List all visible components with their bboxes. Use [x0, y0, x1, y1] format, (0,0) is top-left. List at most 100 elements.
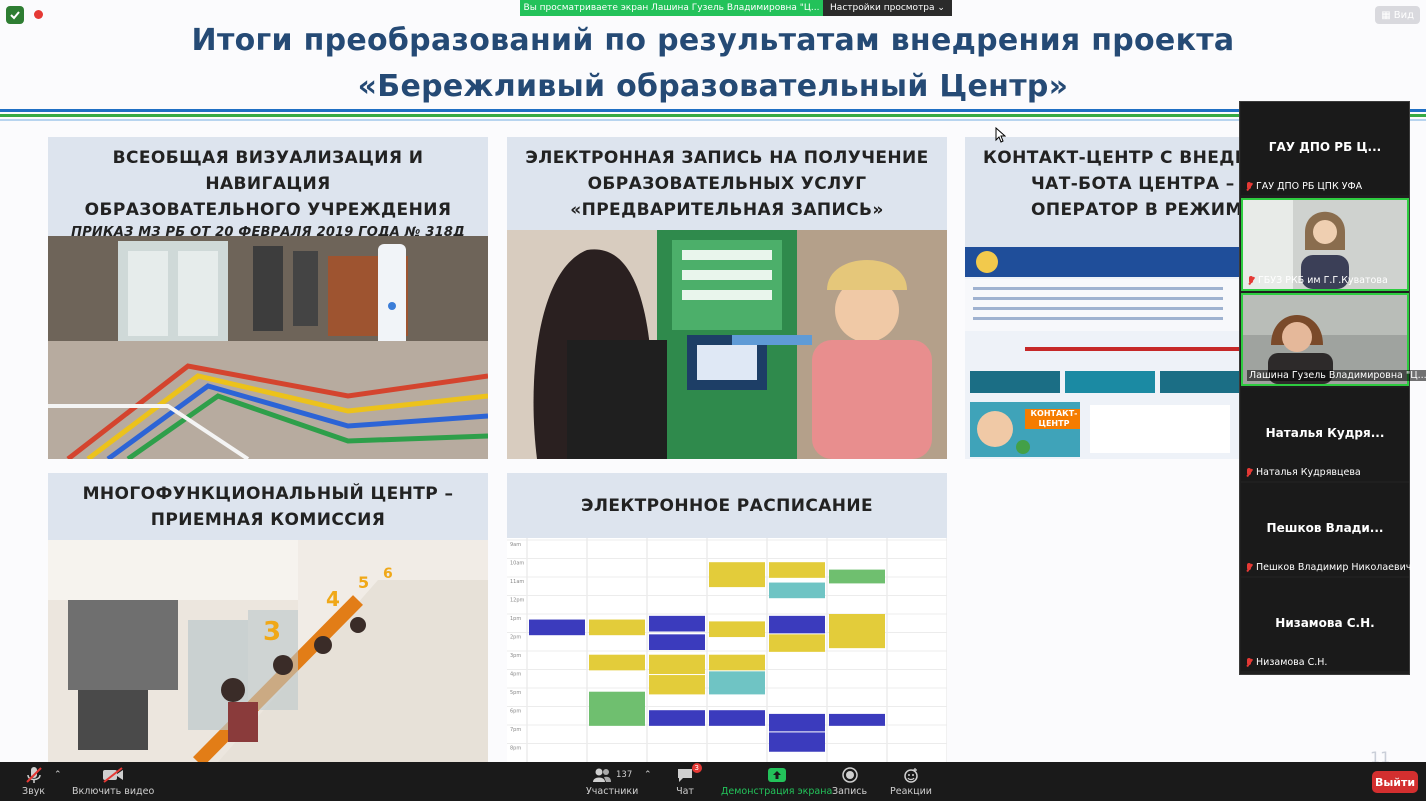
- window-number: 3: [263, 617, 281, 647]
- participant-label: ГАУ ДПО РБ ЦПК УФА: [1245, 181, 1362, 192]
- participant-tile[interactable]: Низамова С.Н. Низамова С.Н.: [1241, 578, 1409, 671]
- participant-label: Лашина Гузель Владимировна "Ц...: [1247, 370, 1426, 381]
- chat-icon: 3: [676, 763, 702, 784]
- card-heading: МНОГОФУНКЦИОНАЛЬНЫЙ ЦЕНТР – ПРИЕМНАЯ КОМ…: [48, 473, 488, 533]
- record-button[interactable]: Запись: [832, 766, 867, 797]
- card-heading-line: ПРИЕМНАЯ КОМИССИЯ: [150, 510, 386, 530]
- schedule-event-block: [709, 621, 765, 638]
- schedule-event-block: [769, 562, 825, 578]
- schedule-event-block: [589, 654, 645, 671]
- participant-tile[interactable]: Пешков Влади... Пешков Владимир Николаев…: [1241, 483, 1412, 576]
- schedule-hour-label: 11am: [510, 579, 524, 585]
- schedule-event-block: [529, 619, 585, 636]
- card-visualization: ВСЕОБЩАЯ ВИЗУАЛИЗАЦИЯ И НАВИГАЦИЯ ОБРАЗО…: [48, 137, 488, 459]
- share-screen-button[interactable]: Демонстрация экрана: [721, 766, 832, 797]
- participant-label-text: Низамова С.Н.: [1256, 657, 1328, 668]
- card-multifunctional-center: МНОГОФУНКЦИОНАЛЬНЫЙ ЦЕНТР – ПРИЕМНАЯ КОМ…: [48, 473, 488, 762]
- schedule-event-block: [709, 710, 765, 726]
- slide-title: Итоги преобразований по результатам внед…: [0, 18, 1426, 110]
- muted-mic-icon: [1245, 181, 1253, 192]
- muted-mic-icon: [1245, 657, 1253, 668]
- schedule-event-block: [769, 713, 825, 732]
- start-video-label: Включить видео: [72, 786, 155, 797]
- schedule-hour-label: 4pm: [510, 672, 521, 678]
- schedule-event-block: [649, 634, 705, 650]
- card-heading: ВСЕОБЩАЯ ВИЗУАЛИЗАЦИЯ И НАВИГАЦИЯ ОБРАЗО…: [48, 137, 488, 243]
- muted-mic-icon: [1245, 467, 1253, 478]
- audio-button[interactable]: Звук: [22, 766, 45, 797]
- schedule-hour-label: 9am: [510, 542, 521, 548]
- participant-tile-name: Наталья Кудря...: [1265, 426, 1385, 440]
- card-contact-center: КОНТАКТ-ЦЕНТР С ВНЕДРЕ ЧАТ-БОТА ЦЕНТРА –…: [965, 137, 1239, 459]
- schedule-event-block: [709, 654, 765, 671]
- slide-title-line1: Итоги преобразований по результатам внед…: [191, 23, 1235, 58]
- participants-caret-icon[interactable]: ⌃: [644, 770, 652, 780]
- card-electronic-registration: ЭЛЕКТРОННАЯ ЗАПИСЬ НА ПОЛУЧЕНИЕ ОБРАЗОВА…: [507, 137, 947, 459]
- card-heading-line: КОНТАКТ-ЦЕНТР С ВНЕДРЕ: [983, 148, 1239, 168]
- schedule-event-block: [709, 562, 765, 588]
- card-heading: ЭЛЕКТРОННАЯ ЗАПИСЬ НА ПОЛУЧЕНИЕ ОБРАЗОВА…: [507, 137, 947, 223]
- schedule-hour-label: 2pm: [510, 635, 521, 641]
- participant-label: Низамова С.Н.: [1245, 657, 1327, 668]
- schedule-hour-label: 6pm: [510, 709, 521, 715]
- participant-tile[interactable]: Наталья Кудря... Наталья Кудрявцева: [1241, 388, 1409, 481]
- mouse-cursor-icon: [995, 127, 1006, 143]
- muted-microphone-icon: [25, 766, 42, 784]
- schedule-event-block: [589, 619, 645, 636]
- meeting-toolbar: Звук ⌃ Включить видео 137 Участники ⌃ 3 …: [0, 762, 1426, 801]
- window-number: 6: [383, 566, 393, 582]
- schedule-event-block: [769, 582, 825, 599]
- leave-meeting-button[interactable]: Выйти: [1372, 771, 1418, 793]
- card-heading-line: ОПЕРАТОР В РЕЖИМЕ Р: [1031, 200, 1239, 220]
- window-number: 4: [326, 587, 340, 611]
- schedule-event-block: [649, 615, 705, 632]
- participant-tile[interactable]: ГАУ ДПО РБ Ц... ГАУ ДПО РБ ЦПК УФА: [1241, 102, 1409, 195]
- participant-tile-name: Пешков Влади...: [1266, 521, 1384, 535]
- schedule-event-block: [649, 710, 705, 726]
- reactions-button[interactable]: Реакции: [890, 766, 932, 797]
- schedule-event-block: [709, 671, 765, 695]
- card-heading-line: «ПРЕДВАРИТЕЛЬНАЯ ЗАПИСЬ»: [570, 200, 884, 220]
- participants-label: Участники: [586, 786, 639, 797]
- participants-button[interactable]: 137 Участники: [586, 766, 638, 797]
- participant-tile-name: ГАУ ДПО РБ Ц...: [1268, 140, 1382, 154]
- share-screen-label: Демонстрация экрана: [721, 786, 833, 797]
- participant-label: ГБУЗ РКБ им Г.Г.Куватова: [1247, 275, 1388, 286]
- muted-mic-icon: [1247, 275, 1255, 286]
- participant-label-text: ГБУЗ РКБ им Г.Г.Куватова: [1258, 275, 1388, 286]
- schedule-hour-label: 5pm: [510, 690, 521, 696]
- card-heading-line: ЧАТ-БОТА ЦЕНТРА – ВИ: [1031, 174, 1239, 194]
- start-video-button[interactable]: Включить видео: [72, 766, 154, 797]
- participant-label-text: Наталья Кудрявцева: [1256, 467, 1361, 478]
- participant-label: Наталья Кудрявцева: [1245, 467, 1361, 478]
- schedule-hour-label: 10am: [510, 561, 524, 567]
- schedule-hour-label: 1pm: [510, 616, 521, 622]
- chat-label: Чат: [676, 786, 694, 797]
- kiosk-photo: [507, 230, 947, 459]
- website-screenshot: [965, 247, 1239, 459]
- participants-count: 137: [616, 770, 633, 780]
- card-heading-line: ОБРАЗОВАТЕЛЬНОГО УЧРЕЖДЕНИЯ: [84, 200, 452, 220]
- reactions-label: Реакции: [890, 786, 932, 797]
- schedule-event-block: [649, 654, 705, 675]
- participant-tile-video[interactable]: ГБУЗ РКБ им Г.Г.Куватова: [1241, 198, 1409, 291]
- participant-label-text: Лашина Гузель Владимировна "Ц...: [1249, 370, 1426, 381]
- admission-office-photo: 3 4 5 6: [48, 540, 488, 762]
- participant-tile-name: Низамова С.Н.: [1275, 616, 1375, 630]
- window-number: 5: [358, 573, 369, 592]
- schedule-event-block: [769, 634, 825, 652]
- schedule-event-block: [769, 615, 825, 634]
- participant-tile-active-speaker[interactable]: Лашина Гузель Владимировна "Ц...: [1241, 293, 1426, 386]
- video-off-icon: [102, 766, 124, 784]
- schedule-calendar: 9am 10am 11am 12pm 1pm 2pm 3pm 4pm 5pm 6pm 7pm 8pm: [507, 538, 947, 762]
- screen-share-banner: Вы просматриваете экран Лашина Гузель Вл…: [520, 0, 952, 16]
- emoji-reaction-icon: [903, 766, 919, 784]
- view-options-dropdown[interactable]: Настройки просмотра ⌄: [823, 0, 952, 16]
- participant-label-text: Пешков Владимир Николаевич: [1256, 562, 1412, 573]
- audio-options-caret-icon[interactable]: ⌃: [54, 770, 62, 780]
- record-icon: [841, 766, 858, 784]
- audio-button-label: Звук: [22, 786, 46, 797]
- chat-button[interactable]: 3 Чат: [676, 763, 702, 797]
- participants-icon: 137: [592, 766, 632, 784]
- schedule-event-block: [829, 713, 885, 726]
